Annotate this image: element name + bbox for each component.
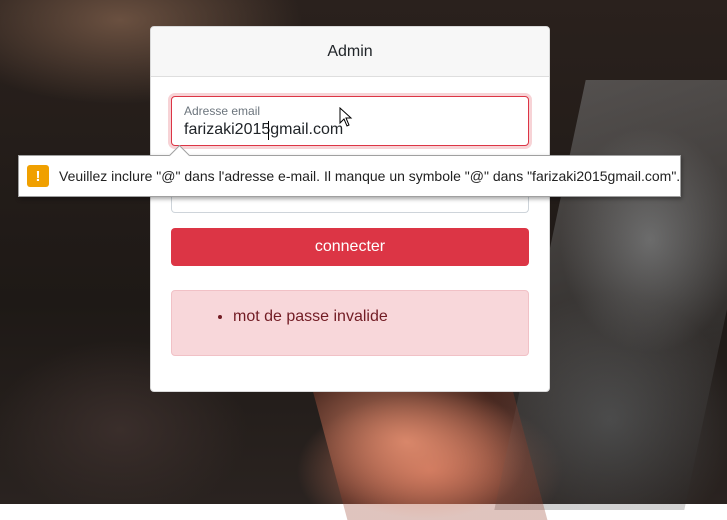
login-card: Admin Adresse email farizaki2015gmail.co…: [150, 26, 550, 392]
validation-tooltip: ! Veuillez inclure "@" dans l'adresse e-…: [18, 144, 681, 197]
card-header: Admin: [151, 27, 549, 77]
error-list: mot de passe invalide: [172, 307, 388, 327]
mouse-cursor-icon: [339, 107, 353, 127]
card-title: Admin: [327, 42, 373, 60]
error-item: mot de passe invalide: [233, 307, 388, 327]
background-shirt: [312, 390, 548, 520]
warning-icon: !: [27, 165, 49, 187]
error-alert: mot de passe invalide: [171, 290, 529, 356]
text-caret: [268, 121, 269, 140]
email-input-value[interactable]: farizaki2015gmail.com: [184, 121, 343, 139]
email-label: Adresse email: [184, 104, 261, 118]
validation-message: Veuillez inclure "@" dans l'adresse e-ma…: [59, 168, 681, 184]
login-button[interactable]: connecter: [171, 228, 529, 266]
